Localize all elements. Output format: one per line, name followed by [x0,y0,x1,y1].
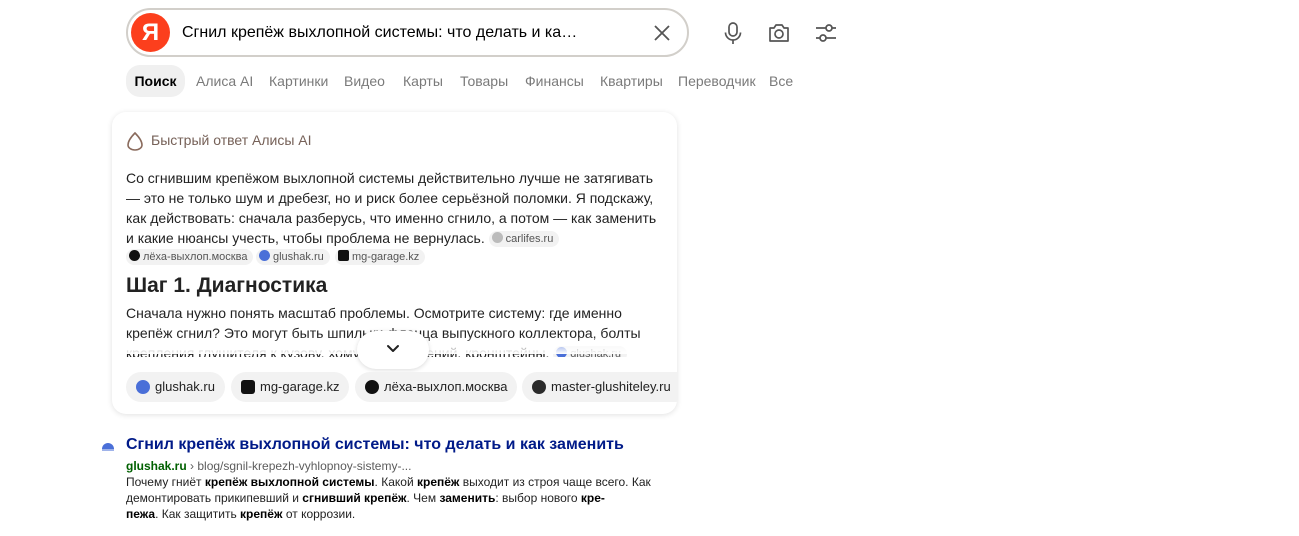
clear-icon[interactable] [651,22,673,44]
tab-translator[interactable]: Переводчик [678,65,756,97]
snippet-text: . Какой [374,475,417,489]
yandex-logo[interactable]: Я [131,13,170,52]
tab-search[interactable]: Поиск [126,65,185,97]
source-chip-label: лёха-выхлоп.москва [384,379,508,394]
card-title: Быстрый ответ Алисы AI [151,132,312,148]
source-chip-lekha[interactable]: лёха-выхлоп.москва [126,249,254,265]
source-chip-label: лёха-выхлоп.москва [143,251,248,263]
lekha-favicon-icon [129,250,140,261]
snippet-highlight: пежа [126,507,156,521]
tab-all[interactable]: Все [769,65,793,97]
snippet-highlight: кре- [580,491,605,505]
source-chip-master-glushiteley[interactable]: master-glushiteley.ru [522,372,677,402]
tab-apartments[interactable]: Квартиры [600,65,663,97]
source-chip-label: carlifes.ru [505,233,554,245]
tab-products[interactable]: Товары [460,65,508,97]
snippet-highlight: крепёж [240,507,283,521]
result-host[interactable]: glushak.ru [126,459,187,473]
source-chip-label: glushak.ru [273,251,324,263]
microphone-icon[interactable] [720,20,746,46]
alice-icon [127,131,143,151]
result-url[interactable]: glushak.ru › blog/sgnil-krepezh-vyhlopno… [126,459,411,473]
settings-sliders-icon[interactable] [813,20,839,46]
master-glushiteley-favicon-icon [532,380,546,394]
carlifes-favicon-icon [491,232,503,243]
snippet-text: Почему гниёт [126,475,205,489]
source-chip-label: glushak.ru [155,379,215,394]
source-chip-mg-garage[interactable]: mg-garage.kz [335,249,426,265]
snippet-text: : выбор нового [495,491,581,505]
camera-icon[interactable] [766,20,792,46]
tab-maps[interactable]: Карты [403,65,443,97]
tab-alice-ai[interactable]: Алиса AI [196,65,253,97]
glushak-favicon-icon [259,250,270,261]
expand-answer-button[interactable] [357,331,429,369]
source-chip-lekha-vyhlop[interactable]: лёха-выхлоп.москва [355,372,518,402]
alice-answer-card: Быстрый ответ Алисы AI Со сгнившим крепё… [112,112,677,414]
source-chip-mg-garage-kz[interactable]: mg-garage.kz [231,372,350,402]
lekha-favicon-icon [365,380,379,394]
snippet-text: . Чем [406,491,440,505]
answer-text: Со сгнившим крепёжом выхлопной системы д… [126,168,666,248]
snippet-highlight: крепёж [416,475,460,489]
source-chip-glushak-ru[interactable]: glushak.ru [126,372,225,402]
snippet-text: . Как защитить [155,507,241,521]
glushak-favicon-icon [102,443,114,451]
search-box[interactable]: Я Сгнил крепёж выхлопной системы: что де… [126,8,689,57]
source-chips: glushak.ru mg-garage.kz лёха-выхлоп.моск… [126,372,677,402]
snippet-highlight: заменить [439,491,496,505]
answer-paragraph: Со сгнившим крепёжом выхлопной системы д… [126,170,657,246]
tab-images[interactable]: Картинки [269,65,328,97]
source-chip-label: mg-garage.kz [352,251,420,263]
search-input[interactable]: Сгнил крепёж выхлопной системы: что дела… [182,24,578,42]
chevron-down-icon [387,345,399,352]
snippet-highlight: сгнивший крепёж [302,491,407,505]
snippet-text: от коррозии. [282,507,356,521]
snippet-highlight: крепёж выхлопной системы [204,475,375,489]
source-chip-label: mg-garage.kz [260,379,340,394]
step-title: Шаг 1. Диагностика [126,274,328,297]
glushak-favicon-icon [136,380,150,394]
source-chip-label: master-glushiteley.ru [551,379,671,394]
mg-garage-favicon-icon [241,380,255,394]
tab-video[interactable]: Видео [344,65,385,97]
mg-garage-favicon-icon [338,250,349,261]
tab-finance[interactable]: Финансы [525,65,584,97]
source-chip-glushak[interactable]: glushak.ru [256,249,330,265]
result-path[interactable]: › blog/sgnil-krepezh-vyhlopnoy-sistemy-.… [190,459,411,473]
result-snippet: Почему гниёт крепёж выхлопной системы. К… [126,474,666,522]
source-chip-carlifes[interactable]: carlifes.ru [488,231,560,247]
result-title-link[interactable]: Сгнил крепёж выхлопной системы: что дела… [126,436,624,454]
